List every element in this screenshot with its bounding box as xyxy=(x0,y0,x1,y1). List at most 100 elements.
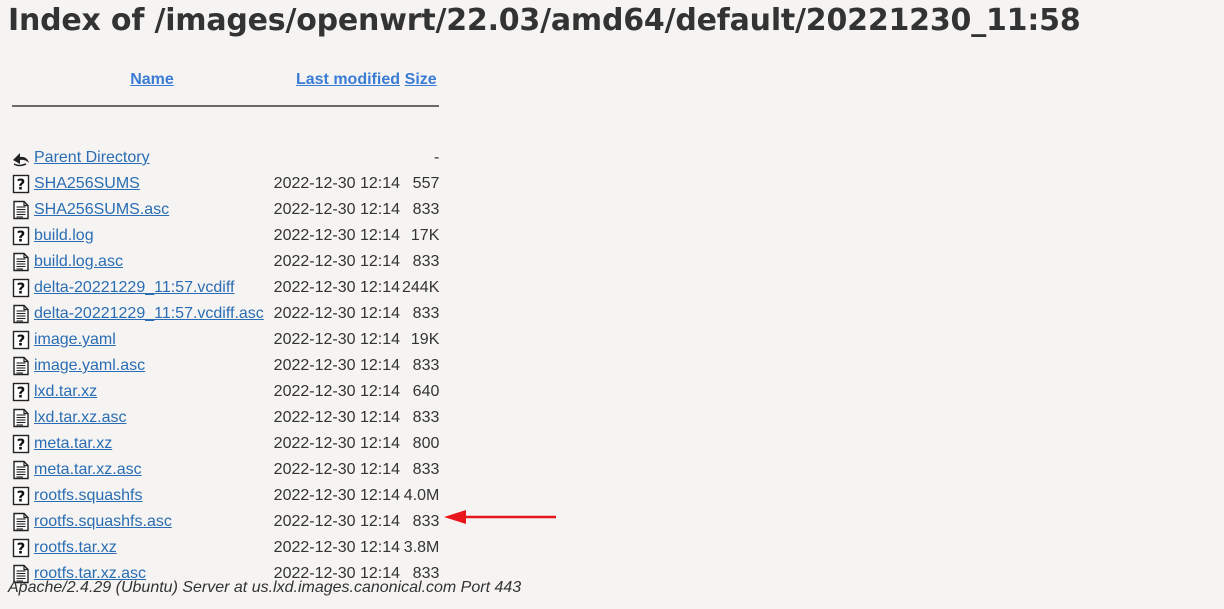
file-name-cell: SHA256SUMS xyxy=(32,171,270,197)
file-size-cell: 833 xyxy=(412,253,440,270)
file-size-cell: 557 xyxy=(412,175,440,192)
file-modified-cell: 2022-12-30 12:14 xyxy=(273,487,400,504)
file-link[interactable]: delta-20221229_11:57.vcdiff xyxy=(34,279,234,296)
parent-directory-link[interactable]: Parent Directory xyxy=(34,149,150,166)
file-link[interactable]: lxd.tar.xz.asc xyxy=(34,409,126,426)
table-row[interactable]: ? meta.tar.xz 2022-12-30 12:14 800 xyxy=(8,431,439,457)
table-row[interactable]: ? delta-20221229_11:57.vcdiff 2022-12-30 1… xyxy=(8,275,439,301)
unknown-file-icon: ? xyxy=(8,327,32,353)
file-size-cell: 833 xyxy=(412,409,440,426)
file-size-cell: 833 xyxy=(412,513,440,530)
file-modified-cell: 2022-12-30 12:14 xyxy=(273,435,400,452)
file-name-cell: image.yaml xyxy=(32,327,270,353)
file-name-cell: rootfs.squashfs xyxy=(32,483,270,509)
file-size-cell: 3.8M xyxy=(403,539,440,556)
page-title: Index of /images/openwrt/22.03/amd64/def… xyxy=(8,3,1081,38)
file-name-cell: build.log xyxy=(32,223,270,249)
file-name-cell: image.yaml.asc xyxy=(32,353,270,379)
file-link[interactable]: meta.tar.xz.asc xyxy=(34,461,142,478)
red-arrow-annotation xyxy=(444,510,556,524)
file-link[interactable]: rootfs.tar.xz xyxy=(34,539,117,556)
unknown-file-icon: ? xyxy=(8,431,32,457)
text-file-icon xyxy=(8,457,32,483)
table-row[interactable]: ? build.log 2022-12-30 12:14 17K xyxy=(8,223,439,249)
file-modified-cell: 2022-12-30 12:14 xyxy=(273,305,400,322)
table-row[interactable]: ? lxd.tar.xz 2022-12-30 12:14 640 xyxy=(8,379,439,405)
sort-by-last-modified-link[interactable]: Last modified xyxy=(296,71,400,88)
table-row[interactable]: build.log.asc 2022-12-30 12:14 833 xyxy=(8,249,439,275)
file-size-cell: 19K xyxy=(410,331,440,348)
svg-text:?: ? xyxy=(17,332,26,350)
file-name-cell: meta.tar.xz.asc xyxy=(32,457,270,483)
table-header-row: Name Last modified Size xyxy=(8,66,439,93)
unknown-file-icon: ? xyxy=(8,379,32,405)
sort-by-name-link[interactable]: Name xyxy=(130,71,174,88)
file-name-cell: build.log.asc xyxy=(32,249,270,275)
file-name-cell: lxd.tar.xz xyxy=(32,379,270,405)
file-name-cell: SHA256SUMS.asc xyxy=(32,197,270,223)
header-divider-row xyxy=(8,93,440,119)
parent-modified-cell xyxy=(270,145,400,171)
table-row[interactable]: image.yaml.asc 2022-12-30 12:14 833 xyxy=(8,353,439,379)
file-name-cell: lxd.tar.xz.asc xyxy=(32,405,270,431)
text-file-icon xyxy=(8,301,32,327)
file-size-cell: 640 xyxy=(412,383,440,400)
file-modified-cell: 2022-12-30 12:14 xyxy=(273,357,400,374)
table-row[interactable]: ? rootfs.tar.xz 2022-12-30 12:14 3.8M xyxy=(8,535,439,561)
svg-text:?: ? xyxy=(17,488,26,506)
file-modified-cell: 2022-12-30 12:14 xyxy=(273,513,400,530)
file-modified-cell: 2022-12-30 12:14 xyxy=(273,383,400,400)
table-row[interactable]: ? SHA256SUMS 2022-12-30 12:14 557 xyxy=(8,171,439,197)
file-link[interactable]: delta-20221229_11:57.vcdiff.asc xyxy=(34,305,264,322)
file-link[interactable]: image.yaml.asc xyxy=(34,357,145,374)
file-size-cell: 17K xyxy=(410,227,440,244)
file-modified-cell: 2022-12-30 12:14 xyxy=(273,539,400,556)
unknown-file-icon: ? xyxy=(8,483,32,509)
file-link[interactable]: SHA256SUMS.asc xyxy=(34,201,169,218)
file-size-cell: 244K xyxy=(402,279,440,296)
file-modified-cell: 2022-12-30 12:14 xyxy=(273,201,400,218)
spacer-row xyxy=(8,119,439,145)
table-row[interactable]: ? image.yaml 2022-12-30 12:14 19K xyxy=(8,327,439,353)
file-modified-cell: 2022-12-30 12:14 xyxy=(273,279,400,296)
table-row[interactable]: rootfs.squashfs.asc 2022-12-30 12:14 833 xyxy=(8,509,439,535)
file-link[interactable]: rootfs.squashfs.asc xyxy=(34,513,172,530)
file-link[interactable]: rootfs.squashfs xyxy=(34,487,143,504)
file-size-cell: 4.0M xyxy=(403,487,440,504)
parent-directory-cell: Parent Directory xyxy=(32,145,270,171)
unknown-file-icon: ? xyxy=(8,223,32,249)
file-name-cell: delta-20221229_11:57.vcdiff xyxy=(32,275,270,301)
svg-text:?: ? xyxy=(17,228,26,246)
file-name-cell: delta-20221229_11:57.vcdiff.asc xyxy=(32,301,270,327)
file-modified-cell: 2022-12-30 12:14 xyxy=(273,253,400,270)
name-column-header: Name xyxy=(32,66,270,93)
text-file-icon xyxy=(8,405,32,431)
file-listing-table: Name Last modified Size Parent Directory xyxy=(8,66,440,587)
file-size-cell: 833 xyxy=(412,305,440,322)
file-link[interactable]: meta.tar.xz xyxy=(34,435,112,452)
icon-column-header xyxy=(8,66,32,93)
table-row[interactable]: lxd.tar.xz.asc 2022-12-30 12:14 833 xyxy=(8,405,439,431)
file-size-cell: 833 xyxy=(412,461,440,478)
sort-by-size-link[interactable]: Size xyxy=(405,71,437,88)
table-row[interactable]: meta.tar.xz.asc 2022-12-30 12:14 833 xyxy=(8,457,439,483)
file-name-cell: meta.tar.xz xyxy=(32,431,270,457)
file-link[interactable]: lxd.tar.xz xyxy=(34,383,97,400)
file-link[interactable]: SHA256SUMS xyxy=(34,175,140,192)
svg-text:?: ? xyxy=(17,384,26,402)
table-row[interactable]: SHA256SUMS.asc 2022-12-30 12:14 833 xyxy=(8,197,439,223)
file-link[interactable]: build.log.asc xyxy=(34,253,123,270)
file-link[interactable]: build.log xyxy=(34,227,94,244)
file-link[interactable]: image.yaml xyxy=(34,331,116,348)
last-modified-column-header: Last modified xyxy=(270,66,400,93)
table-row[interactable]: ? rootfs.squashfs 2022-12-30 12:14 4.0M xyxy=(8,483,439,509)
header-divider xyxy=(12,105,440,107)
text-file-icon xyxy=(8,509,32,535)
table-row[interactable]: delta-20221229_11:57.vcdiff.asc 2022-12-3… xyxy=(8,301,439,327)
server-signature: Apache/2.4.29 (Ubuntu) Server at us.lxd.… xyxy=(8,579,522,596)
back-icon xyxy=(8,145,32,171)
parent-directory-row[interactable]: Parent Directory - xyxy=(8,145,439,171)
file-modified-cell: 2022-12-30 12:14 xyxy=(273,175,400,192)
text-file-icon xyxy=(8,197,32,223)
file-modified-cell: 2022-12-30 12:14 xyxy=(273,227,400,244)
